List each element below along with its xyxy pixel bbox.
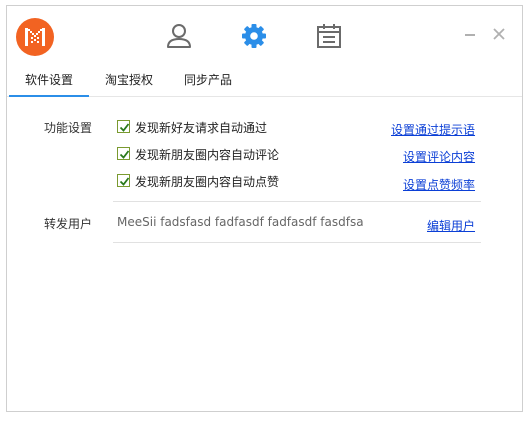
- function-settings-label: 功能设置: [44, 121, 93, 135]
- checkbox[interactable]: [117, 120, 130, 133]
- calendar-icon[interactable]: [314, 21, 344, 51]
- edit-users-link[interactable]: 编辑用户: [427, 217, 475, 234]
- gear-icon[interactable]: [239, 21, 269, 51]
- divider: [113, 242, 481, 243]
- option-label: 发现新朋友圈内容自动评论: [135, 148, 280, 162]
- checkbox[interactable]: [117, 147, 130, 160]
- forward-users-list: MeeSii fadsfasd fadfasdf fadfasdf fasdfs…: [117, 215, 364, 229]
- tab-software-settings[interactable]: 软件设置: [9, 66, 89, 97]
- app-logo: [16, 18, 54, 56]
- set-like-frequency-link[interactable]: 设置点赞频率: [403, 176, 475, 193]
- minimize-icon[interactable]: [462, 26, 478, 42]
- user-icon[interactable]: [164, 21, 194, 51]
- app-window: 软件设置 淘宝授权 同步产品 功能设置 发现新好友请求自动通过 设置通过提示语 …: [6, 5, 523, 412]
- close-icon[interactable]: [491, 26, 507, 42]
- forward-users-label: 转发用户: [44, 217, 93, 231]
- tab-taobao-auth[interactable]: 淘宝授权: [93, 66, 165, 96]
- tab-sync-products[interactable]: 同步产品: [172, 66, 244, 96]
- title-bar: [7, 6, 522, 66]
- option-label: 发现新好友请求自动通过: [135, 121, 268, 135]
- set-comment-content-link[interactable]: 设置评论内容: [403, 148, 475, 165]
- checkbox[interactable]: [117, 174, 130, 187]
- divider: [113, 201, 481, 202]
- tab-bar: 软件设置 淘宝授权 同步产品: [7, 66, 522, 97]
- set-accept-message-link[interactable]: 设置通过提示语: [391, 121, 475, 138]
- option-label: 发现新朋友圈内容自动点赞: [135, 175, 280, 189]
